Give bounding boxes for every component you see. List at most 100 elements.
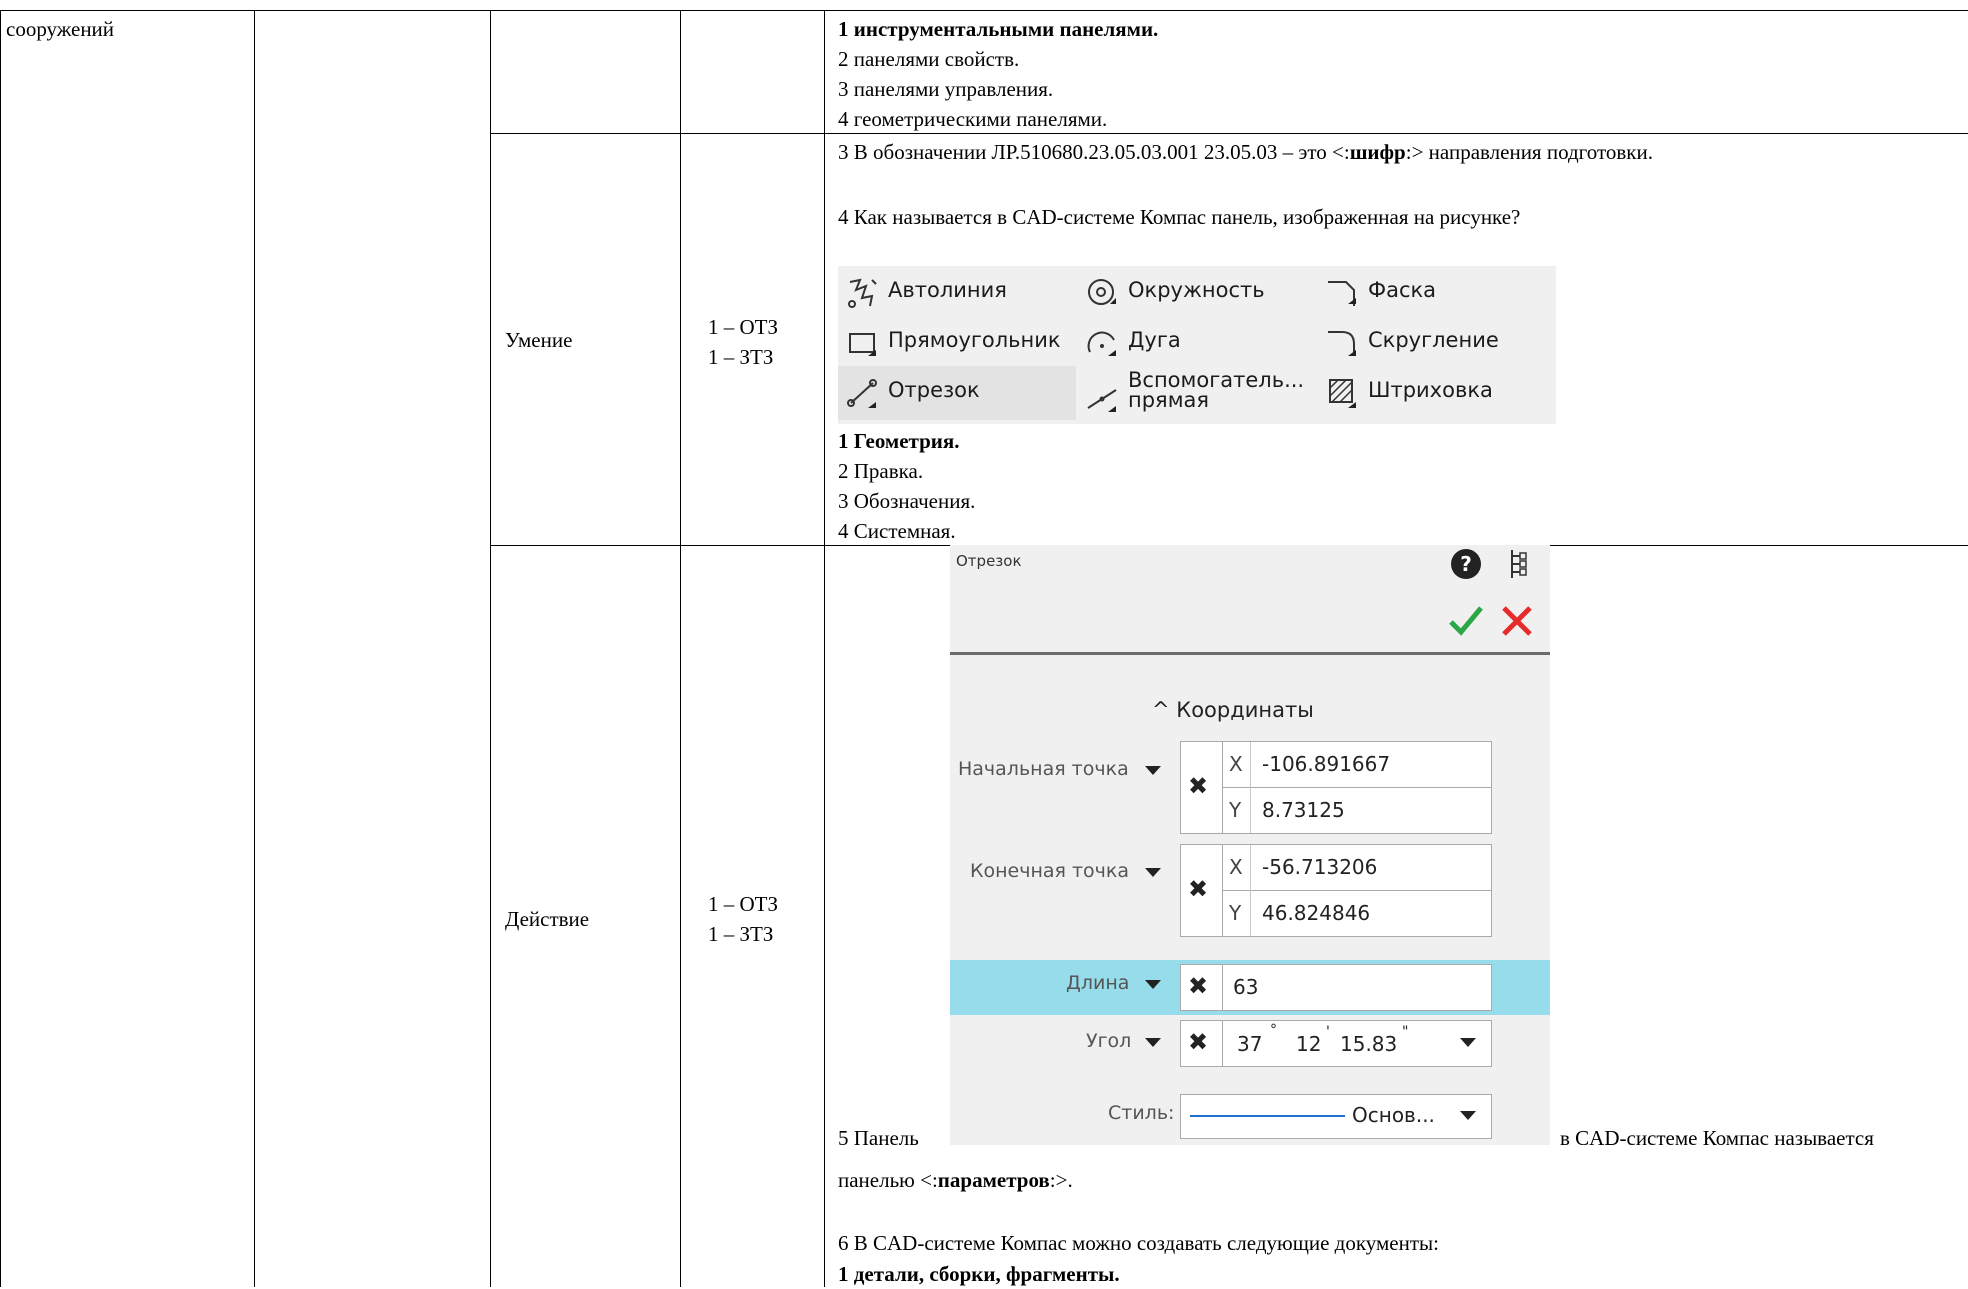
table-col-divider-4: [824, 10, 825, 1287]
q4-option-1: 1 Геометрия.: [838, 429, 960, 453]
tree-icon[interactable]: [1508, 548, 1530, 580]
q2-option-2: 2 панелями свойств.: [838, 47, 1020, 71]
table-cell-competence: сооружений: [6, 17, 115, 41]
arc-icon: [1087, 331, 1116, 356]
segment-icon: [847, 379, 877, 408]
style-label: Стиль:: [1108, 1102, 1175, 1124]
start-x-value: -106.891667: [1262, 752, 1391, 776]
chamfer-icon: [1328, 281, 1356, 306]
length-field[interactable]: [1222, 964, 1492, 1011]
length-value: 63: [1233, 975, 1259, 999]
q3-text: 3 В обозначении ЛР.510680.23.05.03.001 2…: [838, 137, 1653, 167]
style-line-preview: [1190, 1115, 1345, 1117]
circle-label: Окружность: [1128, 278, 1265, 302]
start-point-dropdown-icon[interactable]: [1145, 766, 1161, 775]
category-umenie: Умение: [505, 328, 573, 352]
q5-answer: параметров: [937, 1168, 1050, 1192]
table-border-top: [0, 10, 1968, 11]
angle-label[interactable]: Угол: [1086, 1030, 1131, 1052]
rectangle-icon: [849, 333, 876, 356]
end-point-dropdown-icon[interactable]: [1145, 868, 1161, 877]
start-y-letter: Y: [1229, 798, 1242, 822]
start-y-value: 8.73125: [1262, 798, 1345, 822]
circle-icon: [1088, 279, 1116, 305]
angle-dropdown-icon[interactable]: [1145, 1038, 1161, 1047]
start-point-pin-icon[interactable]: ✖: [1188, 772, 1208, 800]
table-col-divider-1: [254, 10, 255, 1287]
coordinates-section-header[interactable]: ^ Координаты: [1152, 698, 1314, 722]
table-col-divider-2: [490, 10, 491, 1287]
length-dropdown-icon[interactable]: [1145, 980, 1161, 989]
style-dropdown-icon[interactable]: [1460, 1111, 1476, 1120]
aux-line-label-2: прямая: [1128, 388, 1210, 412]
panel-title: Отрезок: [956, 552, 1022, 570]
length-pin-icon[interactable]: ✖: [1188, 972, 1208, 1000]
tasks-umenie-2: 1 – ЗТЗ: [708, 345, 774, 369]
chevron-up-icon: ^: [1152, 698, 1170, 722]
q4-option-3: 3 Обозначения.: [838, 489, 976, 513]
end-y-letter: Y: [1229, 901, 1242, 925]
minute-mark: ': [1326, 1024, 1330, 1040]
q2-option-4: 4 геометрическими панелями.: [838, 107, 1108, 131]
hatch-label: Штриховка: [1368, 378, 1493, 402]
chamfer-label: Фаска: [1368, 278, 1437, 302]
angle-minutes: 12: [1296, 1032, 1322, 1056]
fillet-icon: [1328, 331, 1356, 356]
end-xy-divider: [1250, 845, 1251, 936]
style-value: Основ...: [1352, 1103, 1435, 1127]
hatch-icon: [1329, 379, 1356, 408]
q5-suffix: в CAD-системе Компас называется: [1560, 1126, 1874, 1150]
end-point-label[interactable]: Конечная точка: [970, 860, 1129, 882]
fillet-label: Скругление: [1368, 328, 1499, 352]
table-border-left: [0, 10, 1, 1287]
q6-question: 6 В CAD-системе Компас можно создавать с…: [838, 1231, 1439, 1255]
coordinates-label: Координаты: [1176, 698, 1314, 722]
q3-suffix: :> направления подготовки.: [1405, 140, 1653, 164]
angle-select-dropdown-icon[interactable]: [1460, 1038, 1476, 1047]
q2-option-1: 1 инструментальными панелями.: [838, 17, 1159, 41]
start-point-text: Начальная точка: [958, 758, 1129, 780]
q6-option-1: 1 детали, сборки, фрагменты.: [838, 1262, 1120, 1286]
end-y-value: 46.824846: [1262, 901, 1371, 925]
end-point-text: Конечная точка: [970, 860, 1130, 882]
help-icon[interactable]: ?: [1450, 548, 1482, 580]
second-mark: ": [1402, 1024, 1409, 1040]
q5-prefix: 5 Панель: [838, 1126, 919, 1150]
tasks-deystvie-2: 1 – ЗТЗ: [708, 922, 774, 946]
category-deystvie: Действие: [505, 907, 590, 931]
end-x-letter: X: [1229, 855, 1243, 879]
q3-answer: шифр: [1349, 140, 1406, 164]
q5-line2: панелью <:параметров:>.: [838, 1165, 1073, 1195]
end-point-pin-icon[interactable]: ✖: [1188, 875, 1208, 903]
q4-option-4: 4 Системная.: [838, 519, 956, 543]
q5-line2-prefix: панелью <:: [838, 1168, 938, 1192]
end-x-value: -56.713206: [1262, 855, 1378, 879]
start-point-label[interactable]: Начальная точка: [958, 758, 1129, 780]
table-col-divider-3: [680, 10, 681, 1287]
q4-question: 4 Как называется в CAD-системе Компас па…: [838, 205, 1521, 229]
angle-degrees: 37: [1237, 1032, 1263, 1056]
start-xy-divider: [1250, 742, 1251, 833]
cancel-x-icon[interactable]: [1500, 604, 1534, 638]
degree-mark: °: [1270, 1022, 1277, 1038]
autoline-label: Автолиния: [888, 278, 1007, 302]
q5-line2-suffix: :>.: [1049, 1168, 1073, 1192]
start-x-letter: X: [1229, 752, 1243, 776]
angle-seconds: 15.83: [1340, 1032, 1398, 1056]
q4-option-2: 2 Правка.: [838, 459, 924, 483]
q3-prefix: 3 В обозначении ЛР.510680.23.05.03.001 2…: [838, 140, 1350, 164]
segment-label: Отрезок: [888, 378, 980, 402]
rectangle-label: Прямоугольник: [888, 328, 1061, 352]
tasks-deystvie-1: 1 – ОТЗ: [708, 892, 779, 916]
autoline-icon: [848, 278, 877, 308]
angle-pin-icon[interactable]: ✖: [1188, 1028, 1208, 1056]
tasks-umenie-1: 1 – ОТЗ: [708, 315, 779, 339]
arc-label: Дуга: [1128, 328, 1181, 352]
aux-line-icon: [1087, 389, 1117, 412]
q2-option-3: 3 панелями управления.: [838, 77, 1054, 101]
row-divider-umenie: [490, 133, 1968, 134]
svg-text:?: ?: [1460, 552, 1472, 576]
panel-header-separator: [950, 652, 1550, 655]
ok-checkmark-icon[interactable]: [1448, 604, 1484, 638]
length-label[interactable]: Длина: [1066, 972, 1129, 994]
